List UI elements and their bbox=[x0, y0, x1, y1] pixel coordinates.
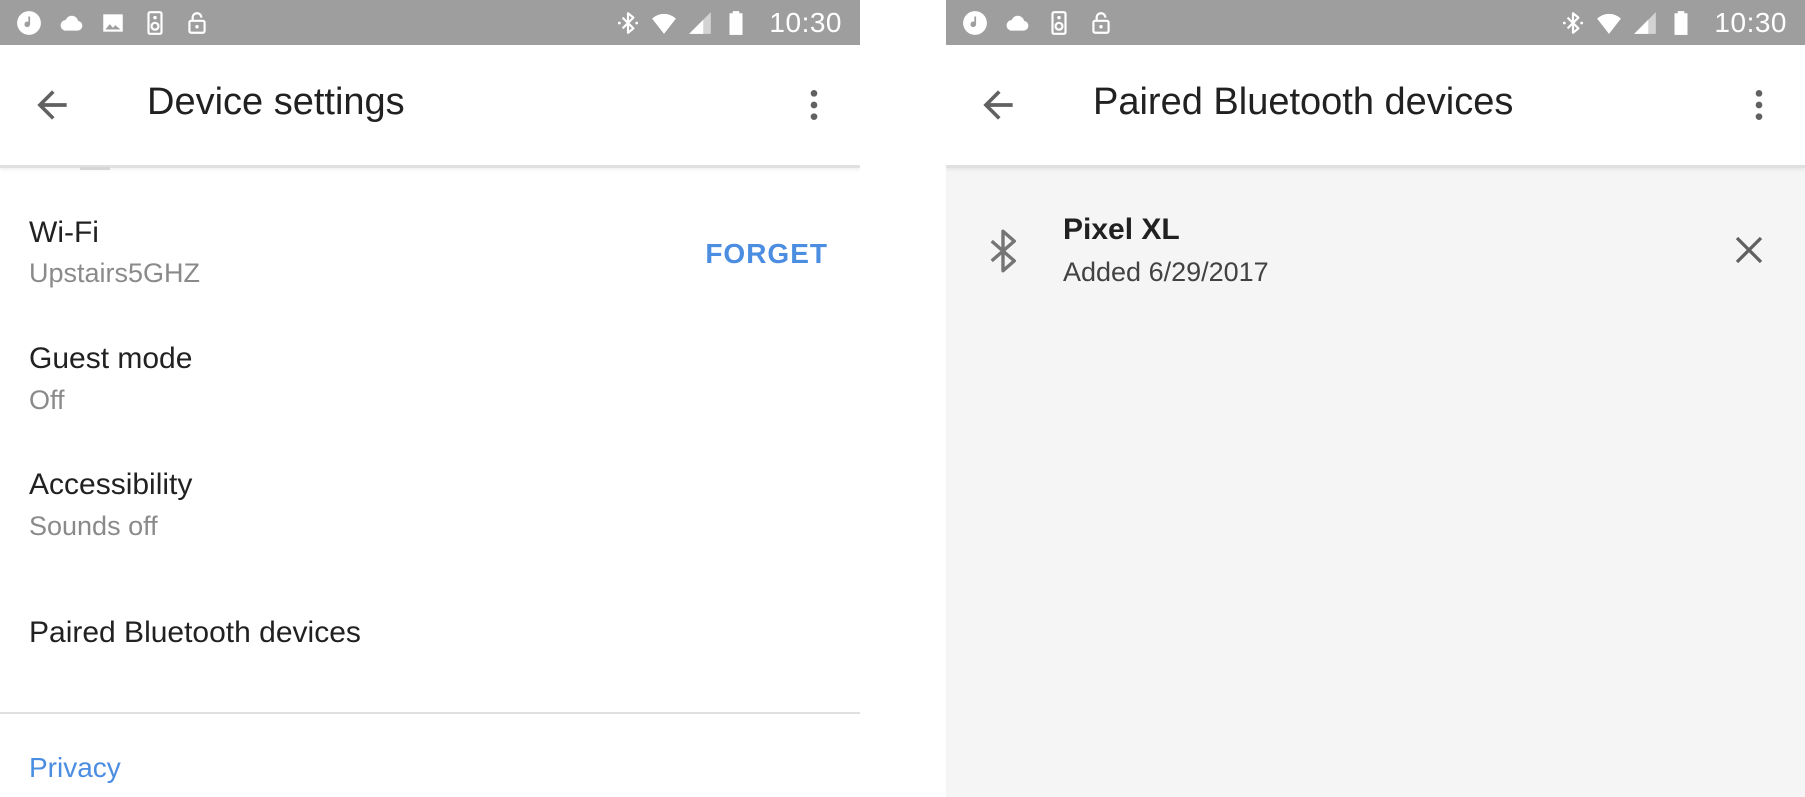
cell-signal-icon bbox=[1634, 11, 1657, 34]
scrolled-content-edge bbox=[80, 167, 110, 170]
setting-title: Accessibility bbox=[29, 468, 193, 501]
battery-icon bbox=[1674, 10, 1688, 35]
section-divider bbox=[0, 712, 860, 714]
setting-title: Paired Bluetooth devices bbox=[29, 616, 361, 649]
speaker-icon bbox=[1051, 10, 1067, 35]
cell-signal-icon bbox=[689, 11, 712, 34]
lock-icon bbox=[1092, 11, 1110, 34]
image-icon bbox=[103, 13, 123, 32]
cloud-icon bbox=[1006, 15, 1029, 31]
setting-title: Guest mode bbox=[29, 342, 193, 375]
wifi-icon bbox=[1597, 13, 1622, 34]
bluetooth-icon bbox=[990, 229, 1016, 273]
device-added-date: Added 6/29/2017 bbox=[1063, 257, 1269, 287]
setting-subtitle: Off bbox=[29, 385, 65, 415]
status-bar-notifications bbox=[16, 0, 210, 45]
music-icon bbox=[17, 10, 41, 35]
paired-bluetooth-screen: 10:30 Paired Bluetooth devices Pixel XL … bbox=[946, 0, 1805, 797]
setting-item-guest-mode[interactable]: Guest mode Off bbox=[0, 330, 860, 440]
status-bar-system: 10:30 bbox=[1560, 0, 1787, 45]
more-vert-icon[interactable] bbox=[794, 85, 834, 125]
status-time: 10:30 bbox=[1714, 6, 1787, 38]
speaker-icon bbox=[147, 10, 163, 35]
more-vert-icon[interactable] bbox=[1739, 85, 1779, 125]
setting-title: Wi-Fi bbox=[29, 216, 99, 249]
close-icon[interactable] bbox=[1731, 232, 1767, 268]
bluetooth-icon bbox=[618, 11, 639, 34]
status-bar: 10:30 bbox=[946, 0, 1805, 45]
device-settings-screen: 10:30 Device settings Wi-Fi Upstairs5GHZ… bbox=[0, 0, 860, 797]
paired-device-item[interactable]: Pixel XL Added 6/29/2017 bbox=[946, 200, 1805, 310]
setting-item-paired-bluetooth[interactable]: Paired Bluetooth devices bbox=[0, 598, 860, 678]
forget-button[interactable]: FORGET bbox=[705, 238, 828, 270]
device-name: Pixel XL bbox=[1063, 213, 1180, 246]
page-title: Paired Bluetooth devices bbox=[1093, 81, 1514, 123]
status-time: 10:30 bbox=[769, 6, 842, 38]
section-header-privacy: Privacy bbox=[29, 752, 121, 783]
setting-subtitle: Upstairs5GHZ bbox=[29, 258, 201, 288]
arrow-back-icon[interactable] bbox=[30, 83, 74, 127]
status-bar-system: 10:30 bbox=[615, 0, 842, 45]
battery-icon bbox=[729, 10, 743, 35]
wifi-icon bbox=[652, 13, 677, 34]
music-icon bbox=[963, 10, 987, 35]
arrow-back-icon[interactable] bbox=[976, 83, 1020, 127]
status-bar: 10:30 bbox=[0, 0, 860, 45]
setting-item-accessibility[interactable]: Accessibility Sounds off bbox=[0, 456, 860, 566]
page-title: Device settings bbox=[147, 81, 405, 123]
cloud-icon bbox=[60, 15, 83, 31]
status-bar-notifications bbox=[962, 0, 1114, 45]
app-bar: Paired Bluetooth devices bbox=[946, 45, 1805, 168]
bluetooth-icon bbox=[1563, 11, 1584, 34]
lock-icon bbox=[188, 11, 206, 34]
app-bar: Device settings bbox=[0, 45, 860, 168]
setting-subtitle: Sounds off bbox=[29, 511, 158, 541]
